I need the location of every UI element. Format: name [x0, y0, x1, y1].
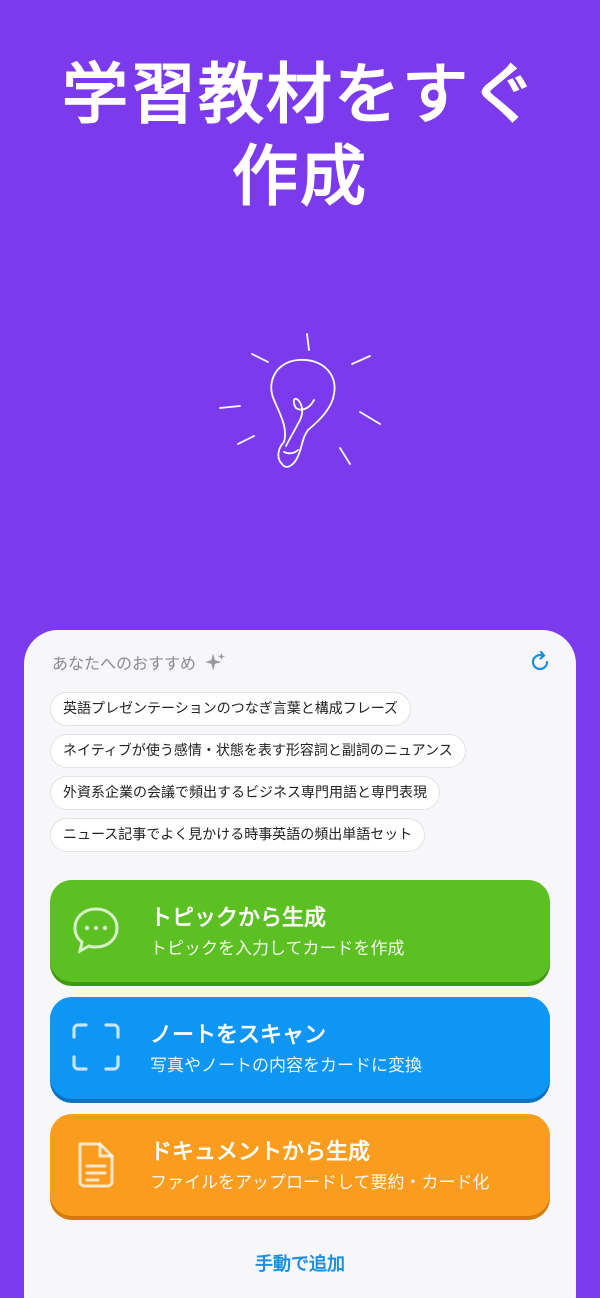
- recommend-header-label: あなたへのおすすめ: [52, 654, 197, 673]
- generate-from-topic-button[interactable]: トピックから生成 トピックを入力してカードを作成: [50, 880, 550, 982]
- sparkle-icon: [204, 652, 226, 671]
- recommend-chip[interactable]: ニュース記事でよく見かける時事英語の頻出単語セット: [50, 818, 426, 852]
- hero-line-1: 学習教材をすぐ: [62, 56, 538, 133]
- generate-from-document-button[interactable]: ドキュメントから生成 ファイルをアップロードして要約・カード化: [50, 1114, 550, 1216]
- document-icon: [78, 1142, 114, 1188]
- recommend-chip-list: 英語プレゼンテーションのつなぎ言葉と構成フレーズ ネイティブが使う感情・状態を表…: [50, 692, 466, 860]
- action-title: ドキュメントから生成: [150, 1140, 371, 1165]
- recommend-chip[interactable]: 英語プレゼンテーションのつなぎ言葉と構成フレーズ: [50, 692, 412, 726]
- recommendation-card: あなたへのおすすめ 英語プレゼンテーションのつなぎ言葉と構成フレーズ ネイティブ…: [24, 630, 576, 1298]
- scan-frame-icon: [72, 1023, 120, 1071]
- recommend-chip[interactable]: 外資系企業の会議で頻出するビジネス専門用語と専門表現: [50, 776, 440, 810]
- action-subtitle: ファイルをアップロードして要約・カード化: [150, 1173, 490, 1193]
- lightbulb-icon: [219, 333, 381, 468]
- action-title: ノートをスキャン: [150, 1023, 327, 1048]
- hero-headline: 学習教材をすぐ 作成: [0, 54, 600, 218]
- recommend-chip[interactable]: ネイティブが使う感情・状態を表す形容詞と副詞のニュアンス: [50, 734, 466, 768]
- recommend-header: あなたへのおすすめ: [52, 650, 226, 674]
- manual-add-link[interactable]: 手動で追加: [24, 1250, 576, 1276]
- chat-bubble-icon: [73, 907, 119, 954]
- scan-note-button[interactable]: ノートをスキャン 写真やノートの内容をカードに変換: [50, 997, 550, 1099]
- refresh-icon[interactable]: [528, 650, 552, 674]
- action-subtitle: 写真やノートの内容をカードに変換: [150, 1056, 422, 1076]
- hero-line-2: 作成: [232, 138, 368, 215]
- action-subtitle: トピックを入力してカードを作成: [150, 939, 405, 959]
- action-title: トピックから生成: [150, 906, 327, 931]
